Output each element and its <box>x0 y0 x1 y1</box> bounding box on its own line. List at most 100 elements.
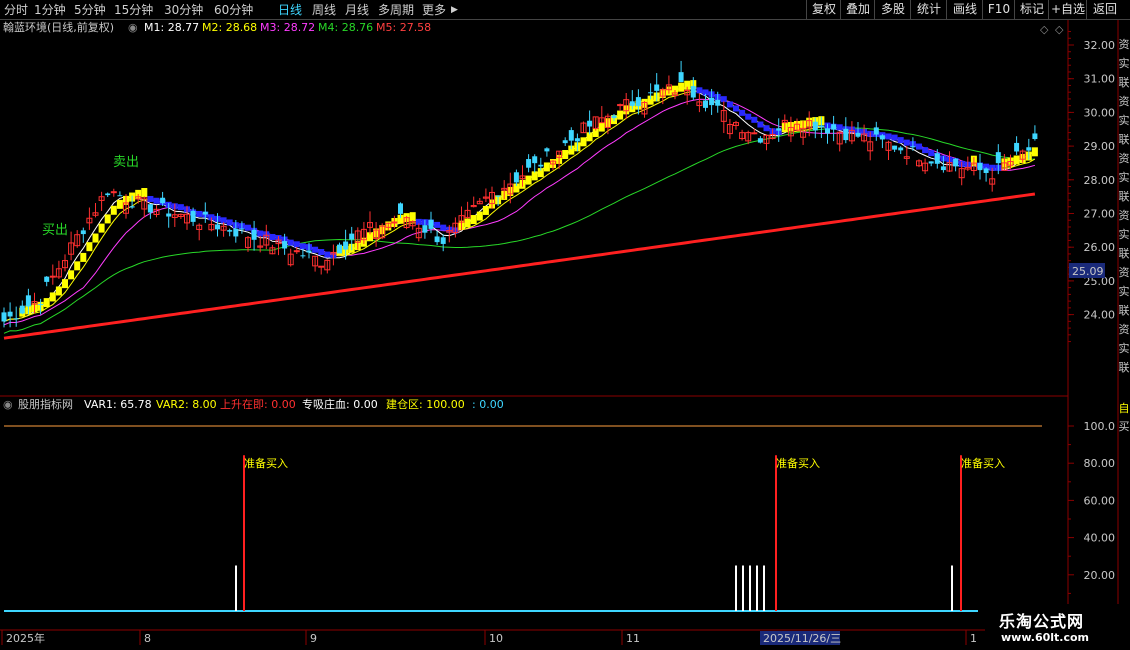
indicator-legend-item-4: 建仓区: 100.00 <box>386 398 465 411</box>
trend-band-block <box>68 270 75 280</box>
ind-tick-label: 100.0 <box>1084 420 1116 433</box>
trend-band-block <box>245 224 251 231</box>
toolbar-button-4[interactable]: 画线 <box>946 0 983 19</box>
ma-legend-1: M1: 28.77 <box>144 21 200 34</box>
period-tab-6[interactable]: 日线 <box>278 2 302 18</box>
right-strip-char: 资 <box>1119 209 1130 222</box>
candle-body <box>648 92 654 94</box>
toolbar-button-6[interactable]: 标记 <box>1014 0 1049 19</box>
settings-circle-icon[interactable]: ◉ <box>128 20 138 36</box>
candle-body <box>422 225 428 233</box>
ind-tick-label: 20.00 <box>1084 569 1116 582</box>
toolbar-button-0[interactable]: 复权 <box>806 0 841 19</box>
ind-tick-label: 80.00 <box>1084 457 1116 470</box>
candle-body <box>690 86 696 98</box>
candle-body <box>709 97 715 106</box>
trend-band-block <box>147 195 154 202</box>
right-strip-char: 联 <box>1119 361 1130 374</box>
watermark: 乐淘公式网 www.60lt.com <box>985 604 1130 650</box>
candle-body <box>1014 142 1020 152</box>
candle-body <box>19 305 25 314</box>
trend-band-block <box>440 224 447 231</box>
trend-band-block <box>312 246 319 253</box>
chart-canvas[interactable]: 32.0031.0030.0029.0028.0027.0026.0025.00… <box>0 0 1130 650</box>
period-tab-1[interactable]: 1分钟 <box>34 2 66 18</box>
date-label: 9 <box>310 632 317 645</box>
trend-band-block <box>543 162 550 172</box>
candle-body <box>105 193 111 196</box>
trend-band-block <box>55 286 62 296</box>
trend-band-block <box>86 242 93 252</box>
period-tab-0[interactable]: 分时 <box>4 2 28 18</box>
candle-body <box>147 204 153 213</box>
period-tab-3[interactable]: 15分钟 <box>114 2 153 18</box>
trend-band-block <box>110 205 117 215</box>
period-tab-9[interactable]: 多周期 <box>378 2 414 18</box>
trend-band-block <box>1013 155 1020 165</box>
candle-body <box>910 146 916 148</box>
candle-body <box>678 72 684 83</box>
trend-band-block <box>617 110 624 120</box>
candle-body <box>343 241 349 250</box>
candle-body <box>574 138 580 142</box>
current-price-label: 25.09 <box>1072 265 1104 278</box>
trend-band-block <box>696 87 703 94</box>
candle-body <box>892 145 898 150</box>
candle-body <box>110 191 117 194</box>
candle-body <box>293 250 300 253</box>
date-label: 1 <box>970 632 977 645</box>
toolbar-button-3[interactable]: 统计 <box>910 0 947 19</box>
toolbar-button-7[interactable]: +自选 <box>1048 0 1087 19</box>
diamond-icon: ◇ <box>1055 23 1064 36</box>
period-tab-10[interactable]: 更多 <box>422 2 446 18</box>
more-arrow-icon[interactable]: ▶ <box>451 2 458 18</box>
candle-body <box>129 206 135 208</box>
cursor-date-label: 2025/11/26/三 <box>763 632 841 645</box>
watermark-url: www.60lt.com <box>1001 631 1090 644</box>
trend-band-block <box>177 204 184 211</box>
candle-body <box>251 229 257 240</box>
candle-body <box>233 228 239 237</box>
trend-band-block <box>196 210 203 217</box>
candle-body <box>776 128 782 131</box>
candle-body <box>928 161 934 164</box>
price-tick-label: 31.00 <box>1084 73 1116 86</box>
period-tab-2[interactable]: 5分钟 <box>74 2 106 18</box>
candle-body <box>995 152 1001 164</box>
period-tab-7[interactable]: 周线 <box>312 2 336 18</box>
candle-body <box>318 265 325 268</box>
period-tab-4[interactable]: 30分钟 <box>164 2 203 18</box>
toolbar-button-5[interactable]: F10 <box>982 0 1015 19</box>
trend-band-block <box>720 96 727 103</box>
candle-body <box>635 97 641 107</box>
trend-band-block <box>470 215 477 225</box>
toolbar-button-8[interactable]: 返回 <box>1086 0 1123 19</box>
candle-body <box>898 147 904 151</box>
candle-body <box>934 153 940 164</box>
toolbar-button-1[interactable]: 叠加 <box>840 0 875 19</box>
price-tick-label: 26.00 <box>1084 241 1116 254</box>
trend-band-block <box>745 113 752 120</box>
period-tab-5[interactable]: 60分钟 <box>214 2 253 18</box>
trend-band-block <box>525 175 532 185</box>
candle-body <box>855 132 861 137</box>
trend-band-block <box>885 133 892 140</box>
trend-band-block <box>49 292 56 302</box>
candle-body <box>300 255 306 257</box>
indicator-legend-item-0: VAR1: 65.78 <box>84 398 152 411</box>
candle-body <box>617 104 624 107</box>
candle-body <box>757 138 763 143</box>
toolbar-button-2[interactable]: 多股 <box>874 0 911 19</box>
candle-body <box>25 295 31 307</box>
candle-body <box>843 128 849 141</box>
period-tab-8[interactable]: 月线 <box>345 2 369 18</box>
candle-body <box>166 213 172 217</box>
candle-body <box>117 195 123 197</box>
trend-band-block <box>562 150 569 160</box>
candle-body <box>44 276 50 282</box>
settings-circle-icon[interactable]: ◉ <box>3 397 13 413</box>
right-strip-char: 自 <box>1119 402 1130 415</box>
price-tick-label: 29.00 <box>1084 140 1116 153</box>
candle-body <box>953 158 959 167</box>
candle-body <box>562 140 568 144</box>
